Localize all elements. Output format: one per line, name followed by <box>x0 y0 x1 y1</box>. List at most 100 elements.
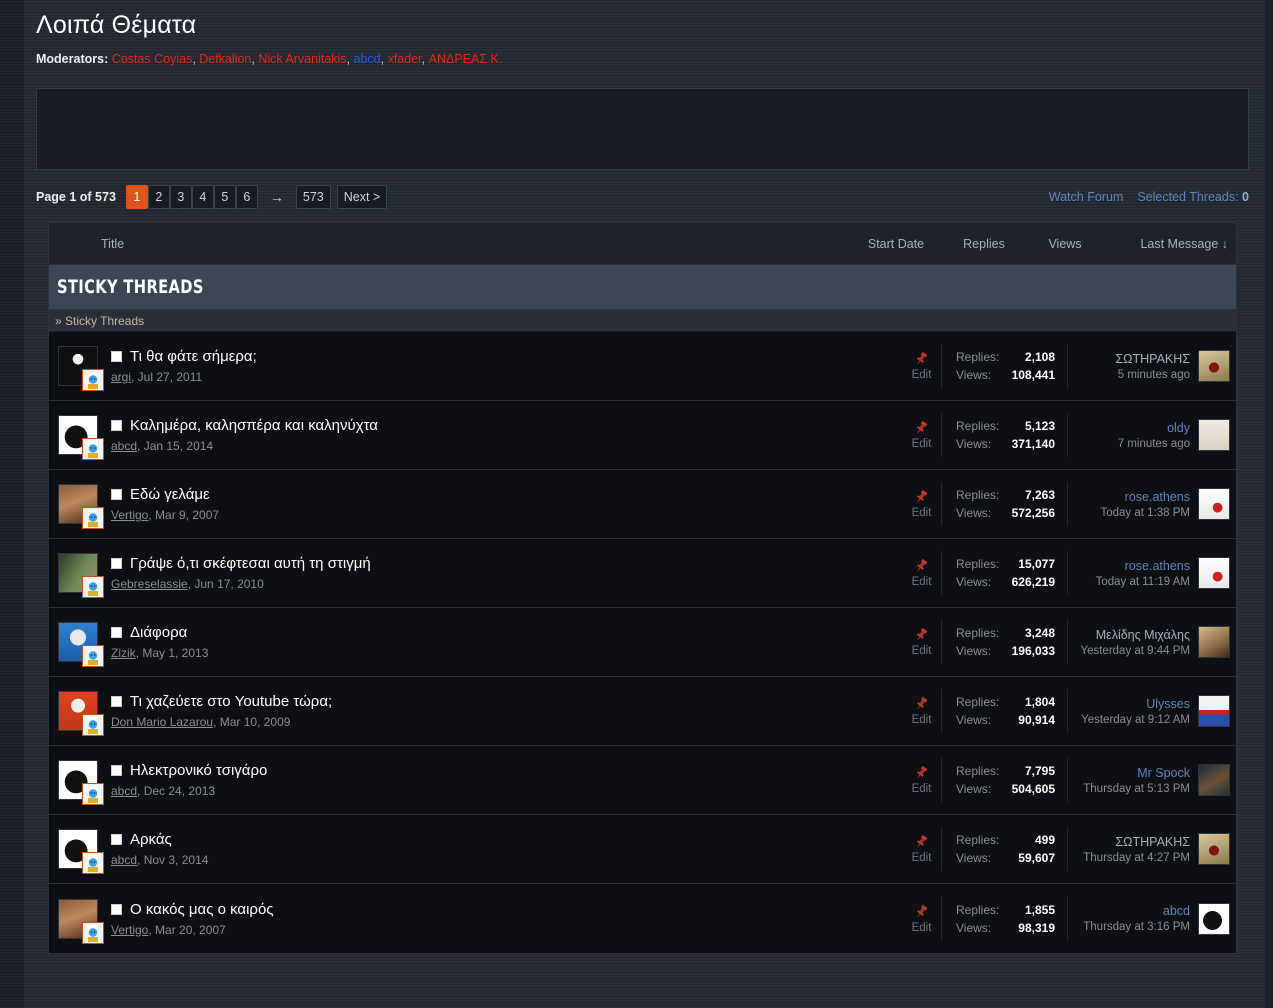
thread-title-link[interactable]: Ηλεκτρονικό τσιγάρο <box>130 762 267 779</box>
last-message-user-link[interactable]: Mr Spock <box>1137 766 1190 780</box>
avatar[interactable] <box>58 484 104 529</box>
page-link-5[interactable]: 5 <box>213 185 236 209</box>
thread-title-link[interactable]: Ο κακός μας ο καιρός <box>130 901 274 918</box>
last-message-avatar[interactable] <box>1198 557 1230 589</box>
thread-title-link[interactable]: Τι θα φάτε σήμερα; <box>130 348 257 365</box>
avatar[interactable] <box>58 691 104 736</box>
thread-author-link[interactable]: Zizik <box>111 646 136 660</box>
table-row[interactable]: Καλημέρα, καλησπέρα και καληνύχτα abcd, J… <box>49 401 1236 470</box>
last-message-user-link[interactable]: ΣΩΤΗΡΑΚΗΣ <box>1115 352 1190 366</box>
avatar[interactable] <box>58 760 104 805</box>
thread-select-checkbox[interactable] <box>111 765 122 776</box>
column-header-title[interactable]: Title <box>49 237 848 251</box>
page-link-2[interactable]: 2 <box>147 185 170 209</box>
page-link-3[interactable]: 3 <box>169 185 192 209</box>
edit-thread-link[interactable]: Edit <box>912 714 932 726</box>
last-message-user-link[interactable]: ΣΩΤΗΡΑΚΗΣ <box>1115 835 1190 849</box>
last-message-user-link[interactable]: Μελίδης Μιχάλης <box>1096 628 1190 642</box>
thread-select-checkbox[interactable] <box>111 696 122 707</box>
thread-title-link[interactable]: Αρκάς <box>130 831 172 848</box>
page-link-6[interactable]: 6 <box>235 185 258 209</box>
page-link-4[interactable]: 4 <box>191 185 214 209</box>
views-stat: Views: 626,219 <box>956 575 1055 589</box>
column-header-last-message[interactable]: Last Message ↓ <box>1106 237 1236 251</box>
thread-title-link[interactable]: Γράψε ό,τι σκέφτεσαι αυτή τη στιγμή <box>130 555 371 572</box>
thread-select-checkbox[interactable] <box>111 558 122 569</box>
thread-title-link[interactable]: Εδώ γελάμε <box>130 486 210 503</box>
thread-author-link[interactable]: abcd <box>111 439 137 453</box>
thread-author-link[interactable]: argi <box>111 370 131 384</box>
thread-title-line: Διάφορα <box>111 624 902 641</box>
last-message-avatar[interactable] <box>1198 695 1230 727</box>
column-header-replies[interactable]: Replies <box>944 237 1024 251</box>
thread-author-link[interactable]: Vertigo <box>111 508 148 522</box>
page-link-1[interactable]: 1 <box>125 185 148 209</box>
edit-thread-link[interactable]: Edit <box>912 645 932 657</box>
table-row[interactable]: Εδώ γελάμε Vertigo, Mar 9, 2007 Edit Replie… <box>49 470 1236 539</box>
moderator-link-5[interactable]: xfader <box>388 52 422 66</box>
last-message-avatar[interactable] <box>1198 488 1230 520</box>
thread-author-link[interactable]: Vertigo <box>111 923 148 937</box>
moderator-separator: , <box>380 52 388 66</box>
thread-select-checkbox[interactable] <box>111 627 122 638</box>
thread-select-checkbox[interactable] <box>111 903 122 915</box>
thread-select-checkbox[interactable] <box>111 834 122 845</box>
last-message-avatar[interactable] <box>1198 833 1230 865</box>
last-message-user-link[interactable]: oldy <box>1167 421 1190 435</box>
last-message-user-link[interactable]: rose.athens <box>1125 490 1190 504</box>
column-header-start-date[interactable]: Start Date <box>848 237 944 251</box>
last-message-avatar[interactable] <box>1198 626 1230 658</box>
last-message-avatar[interactable] <box>1198 419 1230 451</box>
table-row[interactable]: Αρκάς abcd, Nov 3, 2014 Edit Replies: 499 Vie… <box>49 815 1236 884</box>
edit-thread-link[interactable]: Edit <box>912 783 932 795</box>
last-message-user-link[interactable]: rose.athens <box>1125 559 1190 573</box>
thread-author-link[interactable]: Gebreselassie <box>111 577 188 591</box>
thread-author-link[interactable]: abcd <box>111 784 137 798</box>
table-row[interactable]: Τι χαζεύετε στο Youtube τώρα; Don Mario L… <box>49 677 1236 746</box>
moderator-link-1[interactable]: Costas Coyias <box>112 52 193 66</box>
thread-title-link[interactable]: Τι χαζεύετε στο Youtube τώρα; <box>130 693 332 710</box>
thread-select-checkbox[interactable] <box>111 489 122 500</box>
table-row[interactable]: Τι θα φάτε σήμερα; argi, Jul 27, 2011 Edit… <box>49 332 1236 401</box>
replies-value: 1,804 <box>1024 695 1055 709</box>
thread-title-link[interactable]: Διάφορα <box>130 624 187 641</box>
column-header-views[interactable]: Views <box>1024 237 1106 251</box>
table-row[interactable]: Ο κακός μας ο καιρός Vertigo, Mar 20, 200… <box>49 884 1236 953</box>
avatar[interactable] <box>58 415 104 460</box>
edit-thread-link[interactable]: Edit <box>912 438 932 450</box>
edit-thread-link[interactable]: Edit <box>912 576 932 588</box>
thread-select-checkbox[interactable] <box>111 420 122 431</box>
thread-author-link[interactable]: Don Mario Lazarou <box>111 715 213 729</box>
avatar[interactable] <box>58 898 104 944</box>
moderator-link-6[interactable]: ΑΝΔΡΕΑΣ Κ. <box>429 52 503 66</box>
moderator-link-2[interactable]: Defkalion <box>199 52 251 66</box>
thread-title-line: Ο κακός μας ο καιρός <box>111 901 902 918</box>
edit-thread-link[interactable]: Edit <box>912 507 932 519</box>
last-message-avatar[interactable] <box>1198 764 1230 796</box>
thread-meta: abcd, Nov 3, 2014 <box>111 853 902 867</box>
thread-select-checkbox[interactable] <box>111 351 122 362</box>
edit-thread-link[interactable]: Edit <box>912 369 932 381</box>
moderator-link-3[interactable]: Nick Arvanitakis <box>258 52 346 66</box>
thread-title-link[interactable]: Καλημέρα, καλησπέρα και καληνύχτα <box>130 417 378 434</box>
avatar[interactable] <box>58 553 104 598</box>
table-row[interactable]: Διάφορα Zizik, May 1, 2013 Edit Replies: 3,2… <box>49 608 1236 677</box>
avatar[interactable] <box>58 346 104 391</box>
watch-forum-link[interactable]: Watch Forum <box>1049 190 1124 204</box>
thread-author-link[interactable]: abcd <box>111 853 137 867</box>
table-row[interactable]: Ηλεκτρονικό τσιγάρο abcd, Dec 24, 2013 Edi… <box>49 746 1236 815</box>
page-ellipsis-arrow[interactable]: → <box>264 185 290 209</box>
avatar[interactable] <box>58 829 104 874</box>
avatar[interactable] <box>58 622 104 667</box>
last-message-user-link[interactable]: abcd <box>1163 904 1190 918</box>
last-message-avatar[interactable] <box>1198 350 1230 382</box>
next-page-button[interactable]: Next > <box>336 185 388 209</box>
edit-thread-link[interactable]: Edit <box>912 922 932 934</box>
table-row[interactable]: Γράψε ό,τι σκέφτεσαι αυτή τη στιγμή Gebre… <box>49 539 1236 608</box>
moderator-link-4[interactable]: abcd <box>354 52 381 66</box>
edit-thread-link[interactable]: Edit <box>912 852 932 864</box>
last-message-avatar[interactable] <box>1198 902 1230 935</box>
last-message-user-link[interactable]: Ulysses <box>1146 697 1190 711</box>
replies-label: Replies: <box>956 350 1000 364</box>
page-link-last[interactable]: 573 <box>295 185 331 209</box>
